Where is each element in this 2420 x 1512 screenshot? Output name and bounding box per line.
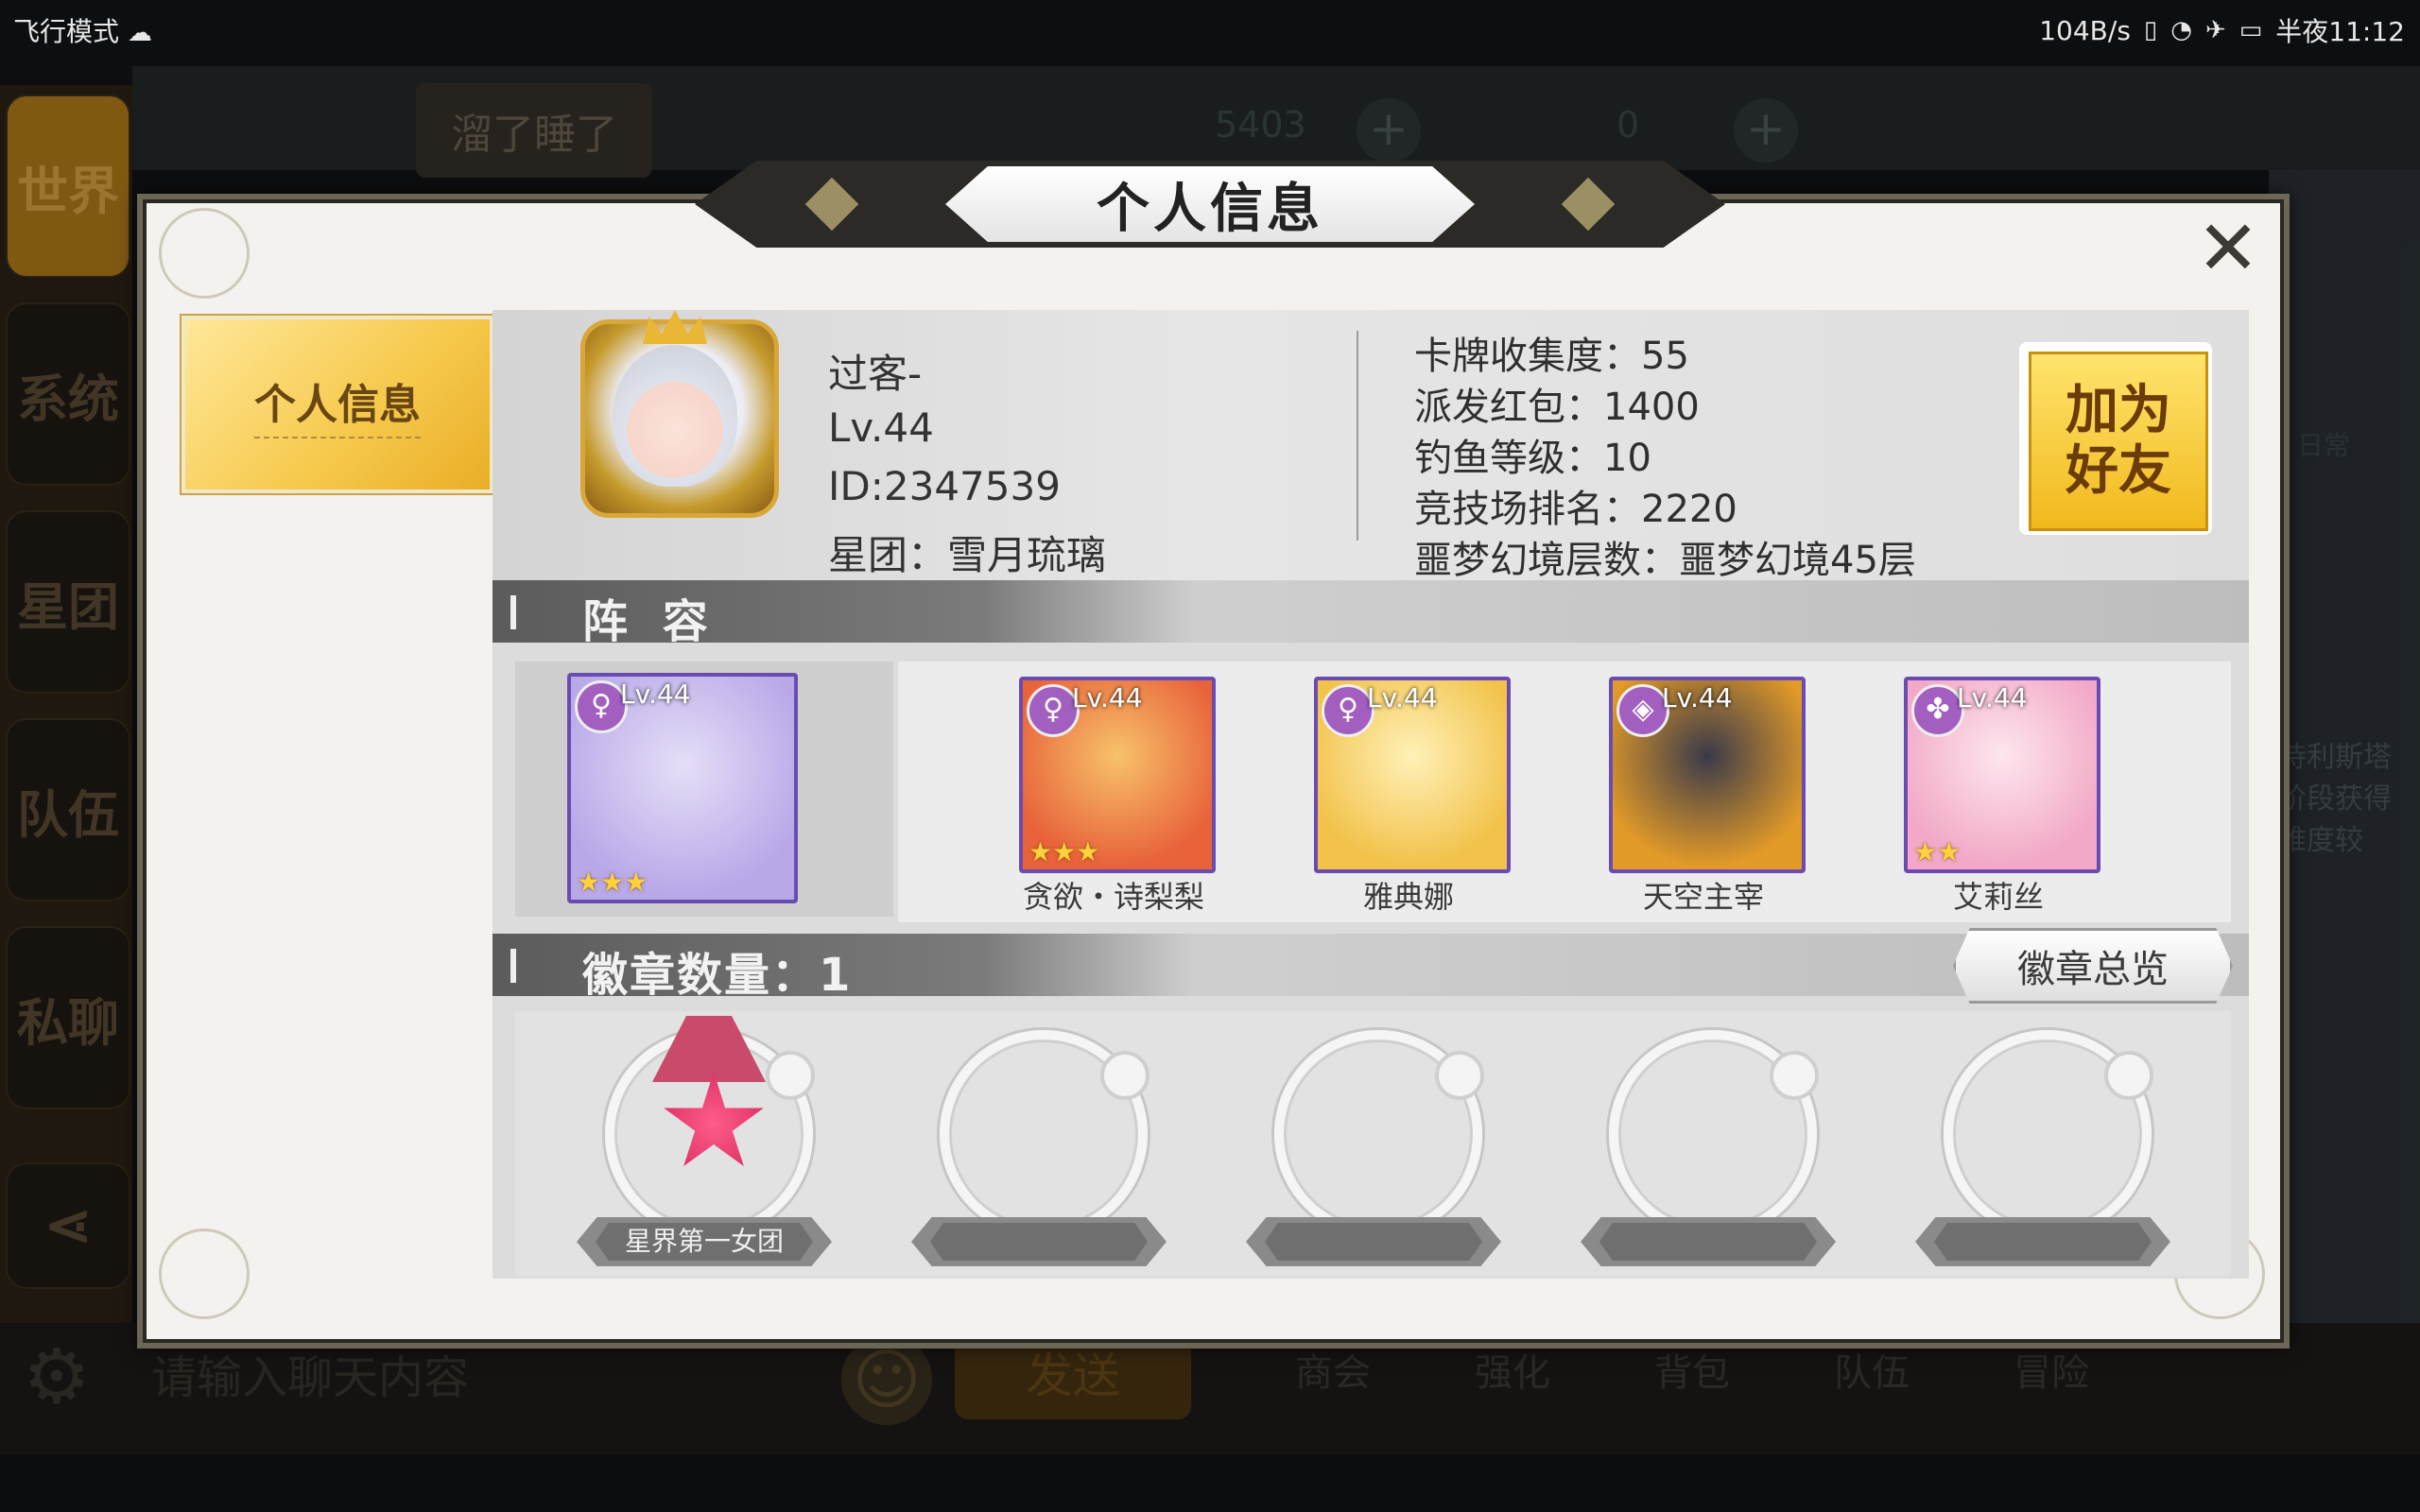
lineup-title: 阵 容 — [582, 595, 717, 648]
tab-profile-info[interactable]: 个人信息 — [182, 316, 493, 493]
stat-nightmare-floor: 噩梦幻境层数：噩梦幻境45层 — [1414, 539, 1916, 582]
tab-label: 个人信息 — [254, 370, 421, 438]
close-button[interactable]: ✕ — [2186, 206, 2271, 291]
hero-level: Lv.44 — [1957, 682, 2028, 713]
info-divider — [1357, 331, 1358, 541]
player-level: Lv.44 — [828, 404, 934, 451]
dialog-title: 个人信息 — [945, 166, 1475, 242]
airplane-icon: ✈ — [2204, 16, 2226, 44]
add-friend-label: 加为 好友 — [2066, 380, 2171, 502]
hero-card[interactable]: ✤ Lv.44 ★★ — [1904, 677, 2100, 873]
hero-level: Lv.44 — [1662, 682, 1733, 713]
badge-name — [930, 1223, 1148, 1261]
player-id: ID:2347539 — [828, 463, 1061, 509]
star-rating: ★★ — [1913, 836, 1962, 868]
stat-fishing-level: 钓鱼等级：10 — [1414, 437, 1651, 480]
badge-name — [1934, 1223, 2152, 1261]
badge-knob — [1435, 1051, 1484, 1100]
status-right: 104B/s ▯ ◔ ✈ ▭ 半夜11:12 — [2039, 11, 2405, 49]
add-friend-button[interactable]: 加为 好友 — [2029, 352, 2208, 531]
hero-name: 艾莉丝 — [1952, 879, 2044, 915]
hero-level: Lv.44 — [620, 679, 691, 710]
corner-ornament — [159, 1228, 250, 1319]
status-bar: 飞行模式 ☁ 104B/s ▯ ◔ ✈ ▭ 半夜11:12 — [0, 0, 2420, 57]
stat-card-collection: 卡牌收集度：55 — [1414, 335, 1689, 378]
player-name: 过客- — [828, 351, 923, 397]
hero-level: Lv.44 — [1367, 682, 1438, 713]
badge-count-title: 徽章数量：1 — [582, 949, 853, 1002]
hero-card[interactable]: ♀ Lv.44 — [1314, 677, 1511, 873]
badge-knob — [2104, 1051, 2153, 1100]
battery-icon: ▭ — [2238, 16, 2263, 44]
badge-knob — [766, 1051, 815, 1100]
clock: 半夜11:12 — [2275, 16, 2405, 47]
hero-name: 天空主宰 — [1642, 879, 1764, 915]
stat-red-packets: 派发红包：1400 — [1414, 386, 1700, 429]
stat-arena-rank: 竞技场排名：2220 — [1414, 488, 1737, 531]
badge-name: 星界第一女团 — [596, 1223, 813, 1261]
vibrate-icon: ▯ — [2143, 16, 2158, 44]
star-rating: ★★★ — [1028, 836, 1100, 868]
hero-name: 雅典娜 — [1362, 879, 1454, 915]
status-left: 飞行模式 ☁ — [13, 11, 152, 49]
corner-ornament — [159, 208, 250, 299]
hero-name: 贪欲・诗梨梨 — [1022, 879, 1204, 915]
network-speed: 104B/s — [2039, 14, 2131, 46]
star-rating: ★★★ — [577, 867, 648, 898]
footer-strip — [0, 1455, 2420, 1512]
badge-name — [1265, 1223, 1482, 1261]
airplane-mode-label: 飞行模式 — [13, 16, 120, 47]
lineup-header — [493, 580, 2249, 643]
player-guild: 星团：雪月琉璃 — [828, 532, 1107, 578]
section-marker — [510, 595, 516, 629]
hero-card[interactable]: ♀ Lv.44 ★★★ — [567, 673, 798, 903]
hero-card[interactable]: ◈ Lv.44 — [1609, 677, 1806, 873]
badge-overview-button[interactable]: 徽章总览 — [1953, 928, 2233, 1004]
badge-knob — [1770, 1051, 1819, 1100]
badge-knob — [1100, 1051, 1150, 1100]
hero-level: Lv.44 — [1072, 682, 1143, 713]
cloud-icon: ☁ — [127, 19, 152, 47]
badge-name — [1599, 1223, 1817, 1261]
section-marker — [510, 949, 516, 983]
hero-card[interactable]: ♀ Lv.44 ★★★ — [1019, 677, 1216, 873]
avatar — [613, 345, 737, 487]
wifi-icon: ◔ — [2170, 16, 2192, 44]
